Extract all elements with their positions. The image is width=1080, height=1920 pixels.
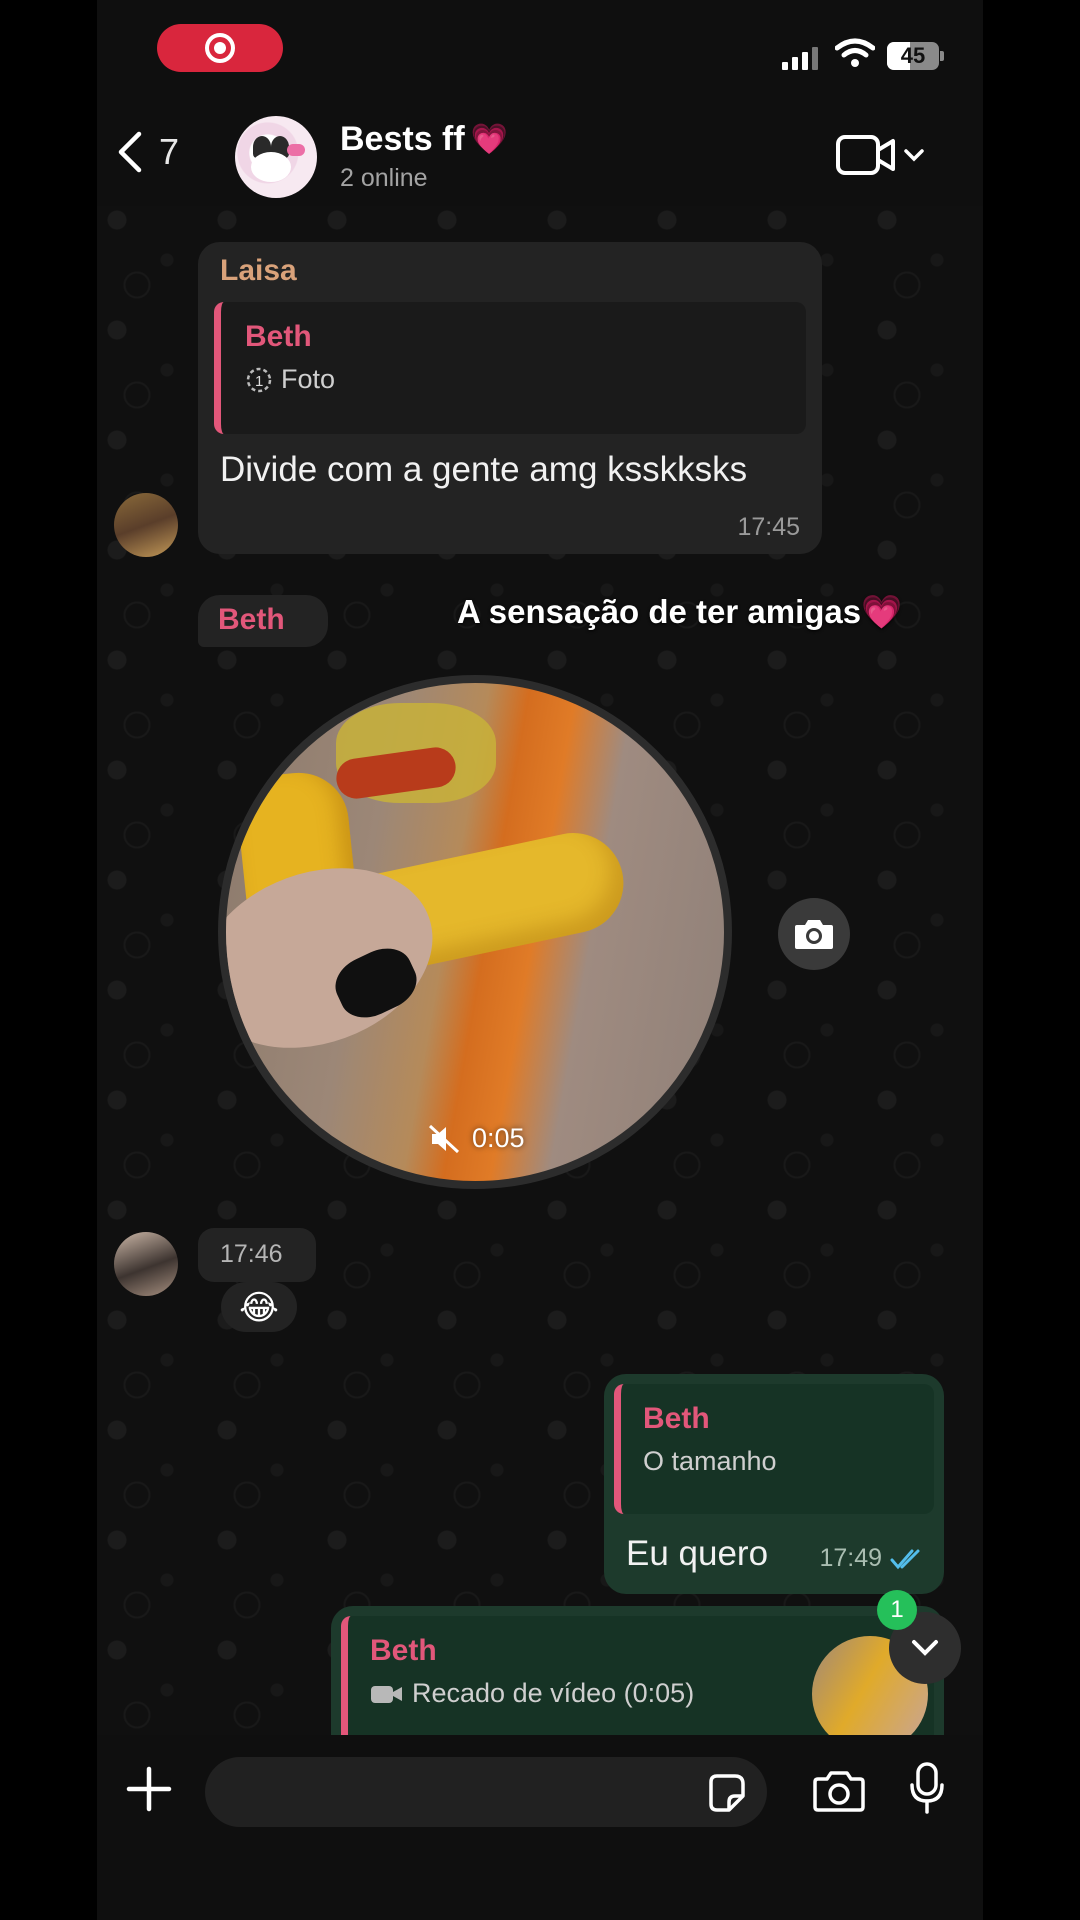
composer-bar (97, 1735, 983, 1920)
group-avatar[interactable] (235, 116, 317, 198)
muted-speaker-icon (428, 1124, 460, 1153)
message-time: 17:46 (220, 1240, 283, 1268)
chevron-left-icon (118, 131, 142, 173)
microphone-icon[interactable] (909, 1761, 945, 1815)
quote-text: Recado de vídeo (0:05) (412, 1678, 695, 1708)
battery-level: 45 (900, 43, 926, 68)
camera-button[interactable] (778, 898, 850, 970)
chat-header: 7 Bests ff 💗 2 online (97, 96, 983, 206)
back-button[interactable]: 7 (115, 130, 179, 174)
message-bubble-laisa[interactable]: Laisa Beth 1 Foto Divide com a gente amg… (198, 242, 822, 554)
unread-chats-count: 7 (159, 131, 180, 172)
phone-screen: 45 7 Bests ff 💗 2 online Laisa Beth 1 Fo… (97, 0, 983, 1920)
video-call-button[interactable] (835, 134, 925, 176)
quote-text: Foto (281, 364, 336, 394)
group-name-text: Bests ff (340, 120, 465, 158)
online-status: 2 online (340, 164, 428, 192)
video-note[interactable]: 0:05 (218, 675, 732, 1189)
sender-name: Beth (218, 603, 285, 636)
laisa-avatar[interactable] (114, 493, 178, 557)
sender-tag-beth: Beth (198, 595, 328, 647)
view-once-icon: 1 (246, 367, 272, 392)
screen-recording-indicator[interactable] (157, 24, 283, 72)
quote-text: O tamanho (643, 1446, 777, 1476)
read-receipt-icon (890, 1549, 920, 1569)
reaction-emoji: 😂 (239, 1289, 279, 1327)
message-input-container[interactable] (205, 1757, 767, 1827)
message-meta: 17:49 (819, 1544, 924, 1573)
video-icon (371, 1685, 402, 1703)
sender-name: Laisa (220, 254, 297, 287)
video-caption: A sensação de ter amigas💗 (457, 593, 903, 630)
quote-sender-name: Beth (643, 1402, 710, 1435)
quoted-message[interactable]: Beth 1 Foto (214, 302, 806, 434)
svg-text:1: 1 (255, 373, 263, 390)
sticker-icon[interactable] (705, 1772, 747, 1814)
camera-icon (795, 920, 833, 949)
message-time: 17:45 (737, 513, 800, 541)
video-duration-text: 0:05 (472, 1123, 525, 1153)
video-camera-icon (836, 135, 895, 175)
message-text: Eu quero (626, 1534, 769, 1573)
cellular-signal-icon (782, 44, 822, 70)
battery-indicator: 45 (887, 42, 939, 70)
unread-badge: 1 (877, 1590, 917, 1630)
quote-content: 1 Foto (245, 364, 782, 395)
quoted-message[interactable]: Beth O tamanho (614, 1384, 934, 1514)
reaction-badge[interactable]: 😂 (221, 1282, 297, 1332)
beth-avatar[interactable] (114, 1232, 178, 1296)
video-time-pill: 17:46 (198, 1228, 316, 1282)
battery-tip (940, 51, 944, 61)
quote-sender-name: Beth (245, 320, 312, 353)
chevron-down-icon (904, 149, 924, 162)
message-input[interactable] (229, 1757, 679, 1827)
video-duration: 0:05 (428, 1123, 525, 1154)
group-name[interactable]: Bests ff 💗 (340, 120, 508, 159)
camera-icon[interactable] (812, 1769, 866, 1813)
message-time: 17:49 (819, 1544, 882, 1572)
record-icon (205, 33, 235, 63)
group-name-emoji: 💗 (470, 123, 509, 156)
message-bubble-outgoing[interactable]: Beth O tamanho Eu quero 17:49 (604, 1374, 944, 1594)
chevron-down-icon (912, 1640, 938, 1656)
message-text: Divide com a gente amg ksskksks (220, 450, 748, 489)
attach-plus-icon[interactable] (125, 1765, 173, 1813)
wifi-icon (835, 38, 875, 67)
